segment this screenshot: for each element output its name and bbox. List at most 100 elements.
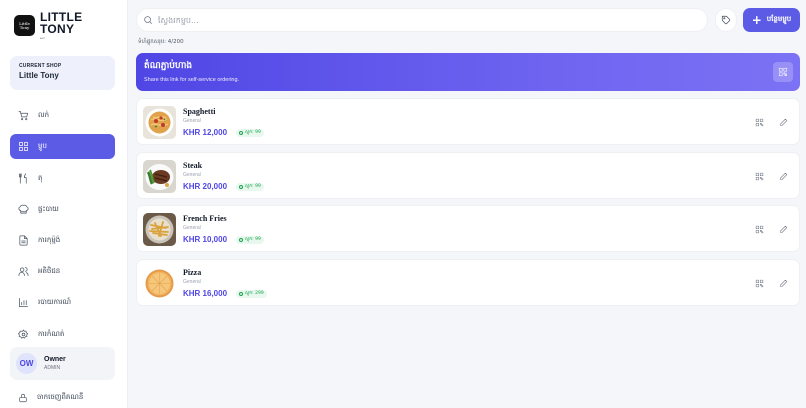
nav-item-kitchen[interactable]: ផ្ទះបាយ: [10, 197, 115, 222]
stock-text: ស្តុក: 99: [245, 130, 261, 135]
pencil-icon: [780, 118, 788, 126]
item-price: KHR 16,000: [183, 289, 228, 298]
item-qr-button[interactable]: [754, 171, 765, 182]
plus-icon: +: [751, 13, 762, 27]
menu-item-card[interactable]: Pizza General KHR 16,000 ស្តុក: 299: [136, 259, 800, 306]
user-name: Owner: [44, 356, 66, 363]
nav-label: លក់: [38, 110, 50, 119]
search-icon: [144, 16, 153, 25]
shop-link-banner: តំណភ្ជាប់ហាង Share this link for self-se…: [136, 53, 800, 91]
menu-item-card[interactable]: Steak General KHR 20,000 ស្តុក: 99: [136, 152, 800, 199]
current-shop-name: Little Tony: [19, 71, 59, 80]
item-price: KHR 12,000: [183, 128, 228, 137]
add-item-label: បន្ថែមម្ហូប: [766, 15, 792, 23]
nav-item-tables[interactable]: តុ: [10, 166, 115, 191]
storage-count: ទំហំផ្ទុកសរុប: 4/200: [138, 39, 184, 45]
item-qr-button[interactable]: [754, 224, 765, 235]
logout-button[interactable]: ចាកចេញពីគណនី: [18, 393, 83, 403]
item-name: Steak: [183, 161, 203, 170]
nav-label: តុ: [38, 173, 43, 182]
banner-subtitle: Share this link for self-service orderin…: [144, 77, 240, 83]
nav-label: ម្ហូប: [38, 141, 47, 150]
current-shop-card[interactable]: CURRENT SHOP Little Tony: [10, 56, 115, 90]
add-item-button[interactable]: + បន្ថែមម្ហូប: [743, 8, 800, 32]
nav-label: ការកុម្ម៉ង់: [38, 235, 61, 244]
search-input[interactable]: [158, 15, 678, 25]
avatar: OW: [16, 353, 37, 374]
item-qr-button[interactable]: [754, 278, 765, 289]
stock-text: ស្តុក: 299: [245, 291, 264, 296]
item-edit-button[interactable]: [778, 171, 789, 182]
qr-code-icon: [755, 172, 764, 181]
item-price: KHR 10,000: [183, 235, 228, 244]
stock-icon: [239, 131, 243, 135]
pencil-icon: [780, 225, 788, 233]
nav-label: អតិថិជន: [38, 266, 61, 275]
qr-code-icon: [755, 118, 764, 127]
nav-label: ផ្ទះបាយ: [38, 204, 59, 213]
qr-code-icon: [755, 279, 764, 288]
user-role: ADMIN: [44, 365, 61, 371]
steak-image: [143, 160, 176, 193]
spaghetti-image: [143, 106, 176, 139]
category-tag-button[interactable]: [715, 8, 737, 32]
brand-logo: Little Tony: [14, 15, 35, 36]
item-qr-button[interactable]: [754, 117, 765, 128]
pencil-icon: [780, 172, 788, 180]
item-edit-button[interactable]: [778, 224, 789, 235]
banner-title: តំណភ្ជាប់ហាង: [144, 61, 193, 71]
chef-hat-icon: [18, 204, 29, 214]
stock-badge: ស្តុក: 99: [236, 183, 264, 191]
pencil-icon: [780, 279, 788, 287]
users-icon: [18, 267, 29, 276]
nav-item-customers[interactable]: អតិថិជន: [10, 259, 115, 284]
logout-label: ចាកចេញពីគណនី: [37, 393, 84, 401]
settings-icon: [18, 329, 28, 339]
brand[interactable]: Little Tony LITTLE TONY ᴀᴄᴄ: [14, 11, 88, 40]
item-category: General: [183, 279, 201, 285]
stock-text: ស្តុក: 99: [245, 184, 261, 189]
item-category: General: [183, 172, 201, 178]
nav-item-menu[interactable]: ម្ហូប: [10, 134, 115, 159]
qr-code-icon: [755, 225, 764, 234]
item-category: General: [183, 118, 201, 124]
menu-item-card[interactable]: French Fries General KHR 10,000 ស្តុក: 9…: [136, 205, 800, 252]
nav-item-orders[interactable]: ការកុម្ម៉ង់: [10, 228, 115, 253]
qr-code-icon: [778, 67, 788, 77]
stock-icon: [239, 185, 243, 189]
stock-icon: [239, 238, 243, 242]
item-edit-button[interactable]: [778, 117, 789, 128]
item-price: KHR 20,000: [183, 182, 228, 191]
nav-item-settings[interactable]: ការកំណត់: [10, 322, 115, 347]
item-edit-button[interactable]: [778, 278, 789, 289]
stock-badge: ស្តុក: 99: [236, 236, 264, 244]
nav-label: របាយការណ៍: [38, 297, 71, 306]
lock-icon: [19, 393, 27, 403]
stock-icon: [239, 292, 243, 296]
nav-item-sell[interactable]: លក់: [10, 103, 115, 128]
sidebar: Little Tony LITTLE TONY ᴀᴄᴄ CURRENT SHOP…: [0, 0, 128, 408]
banner-qr-button[interactable]: [773, 62, 793, 82]
menu-item-card[interactable]: Spaghetti General KHR 12,000 ស្តុក: 99: [136, 98, 800, 145]
bar-chart-icon: [19, 298, 28, 307]
brand-sub: ᴀᴄᴄ: [40, 36, 46, 40]
receipt-icon: [19, 235, 28, 246]
nav-item-reports[interactable]: របាយការណ៍: [10, 290, 115, 315]
nav-label: ការកំណត់: [38, 329, 65, 338]
item-category: General: [183, 225, 201, 231]
brand-name: LITTLE TONY: [40, 10, 83, 36]
fries-image: [143, 213, 176, 246]
tag-icon: [721, 15, 731, 25]
item-name: Spaghetti: [183, 107, 216, 116]
current-shop-label: CURRENT SHOP: [19, 63, 62, 69]
stock-text: ស្តុក: 99: [245, 237, 261, 242]
cart-icon: [18, 111, 28, 121]
utensils-icon: [19, 173, 27, 184]
grid-icon: [19, 142, 28, 151]
item-name: Pizza: [183, 268, 202, 277]
user-card[interactable]: OW Owner ADMIN: [10, 347, 115, 380]
stock-badge: ស្តុក: 299: [236, 290, 267, 298]
search-bar[interactable]: [136, 8, 708, 32]
stock-badge: ស្តុក: 99: [236, 129, 264, 137]
item-name: French Fries: [183, 214, 227, 223]
